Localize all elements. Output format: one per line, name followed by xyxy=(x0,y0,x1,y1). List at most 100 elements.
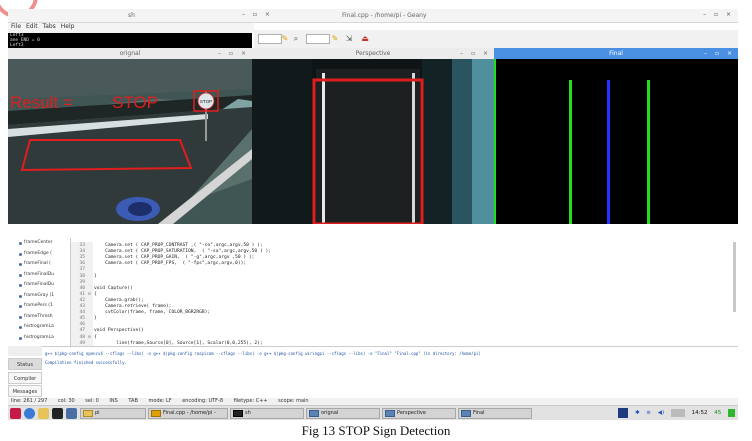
status-filetype: filetype: C++ xyxy=(233,398,268,404)
symbol-item[interactable]: framePers (1 xyxy=(8,301,70,312)
task-label: Final.cpp - /home/pi - xyxy=(163,410,216,416)
compiler-output[interactable]: g++ $(pkg-config opencv4 --cflags --libs… xyxy=(42,346,738,396)
screenshot-page: sh – ▫ × Final.cpp - /home/pi - Geany – … xyxy=(0,0,752,441)
battery-level[interactable]: 45 xyxy=(714,407,721,420)
wifi-icon[interactable]: ≋ xyxy=(646,407,651,420)
symbol-combo[interactable] xyxy=(258,34,282,44)
system-tray: ✱ ≋ ◀) 14:52 45 xyxy=(613,407,738,420)
menu-help[interactable]: Help xyxy=(61,23,75,30)
terminal-icon[interactable] xyxy=(52,408,63,419)
result-stop-value: STOP xyxy=(112,93,158,112)
task-pi[interactable]: pi xyxy=(80,408,146,419)
task-geany[interactable]: Final.cpp - /home/pi - xyxy=(148,408,228,419)
battery-icon[interactable] xyxy=(728,408,735,417)
clock[interactable]: 14:52 xyxy=(692,407,708,420)
task-final[interactable]: Final xyxy=(458,408,532,419)
task-sh[interactable]: sh xyxy=(230,408,304,419)
tab-status[interactable]: Status xyxy=(8,358,42,370)
status-bar: line: 261 / 297 col: 30 sel: 0 INS TAB m… xyxy=(8,398,738,405)
menu-edit[interactable]: Edit xyxy=(26,23,38,30)
status-col: col: 30 xyxy=(57,398,75,404)
geany-window-controls[interactable]: – ▫ × xyxy=(703,11,734,18)
window-icon xyxy=(461,410,471,417)
final-window-controls[interactable]: – ▫ × xyxy=(704,48,735,59)
raspberry-menu-icon[interactable] xyxy=(10,408,21,419)
browser-icon[interactable] xyxy=(24,408,35,419)
symbol-item[interactable]: frameEdge ( xyxy=(8,249,70,260)
status-scope: scope: main xyxy=(278,398,309,404)
terminal-icon xyxy=(233,410,243,417)
task-perspective[interactable]: Perspective xyxy=(382,408,456,419)
menu-tabs[interactable]: Tabs xyxy=(43,23,56,30)
taskbar: pi Final.cpp - /home/pi - sh orignal Per… xyxy=(8,405,738,420)
search-icon[interactable]: ⌕ xyxy=(291,34,301,44)
menu-file[interactable]: File xyxy=(11,23,21,30)
terminal-title: sh xyxy=(128,12,135,19)
edit-icon[interactable]: ✎ xyxy=(280,34,290,44)
folder-icon xyxy=(83,410,93,417)
geany-icon xyxy=(151,410,161,417)
geany-title: Final.cpp - /home/pi - Geany xyxy=(342,12,427,19)
compile-result: Compilation finished successfully. xyxy=(45,360,127,365)
final-window[interactable]: Final – ▫ × xyxy=(494,48,738,224)
perspective-window-controls[interactable]: – ▫ × xyxy=(460,48,491,59)
bluetooth-icon[interactable]: ✱ xyxy=(635,407,640,420)
original-window-title: orignal xyxy=(8,48,252,59)
original-window[interactable]: orignal – ▫ × STOP Result = STOP xyxy=(8,48,252,224)
symbol-item[interactable]: frameFinalDu xyxy=(8,280,70,291)
compile-command: g++ $(pkg-config opencv4 --cflags --libs… xyxy=(45,351,481,356)
task-orignal[interactable]: orignal xyxy=(306,408,380,419)
perspective-window[interactable]: Perspective – ▫ × xyxy=(252,48,494,224)
task-label: Final xyxy=(473,410,485,416)
window-titlebar: sh – ▫ × Final.cpp - /home/pi - Geany – … xyxy=(8,9,738,23)
geany-toolbar: ✎ ⌕ ✎ ⇲ ⏏ xyxy=(254,30,738,48)
cpu-monitor-icon[interactable] xyxy=(670,408,685,417)
task-label: Perspective xyxy=(397,410,426,416)
status-encoding: encoding: UTF-8 xyxy=(182,398,224,404)
final-frame xyxy=(494,59,738,224)
window-icon xyxy=(385,410,395,417)
code-editor[interactable]: 33 Camera.set ( CAP_PROP_CONTRAST ,( "-c… xyxy=(70,238,738,346)
symbol-item[interactable]: frameFinalDu xyxy=(8,270,70,281)
perspective-frame xyxy=(252,59,494,224)
symbol-item[interactable]: frameFinal ( xyxy=(8,259,70,270)
tab-compiler[interactable]: Compiler xyxy=(8,372,42,384)
terminal-window-controls[interactable]: – ▫ × xyxy=(242,11,273,18)
task-label: orignal xyxy=(321,410,339,416)
original-camera-frame: STOP Result = STOP xyxy=(8,59,252,224)
jump-icon[interactable]: ⇲ xyxy=(344,34,354,44)
vnc-icon[interactable] xyxy=(618,407,629,418)
road-scene-image: STOP Result = STOP xyxy=(8,59,252,224)
terminal-output[interactable]: Left3 ane END = 0 Left3 xyxy=(8,33,252,48)
sign-stop-text: STOP xyxy=(200,99,212,104)
goto-line-input[interactable] xyxy=(306,34,330,44)
figure-caption: Fig 13 STOP Sign Detection xyxy=(301,423,451,438)
status-sel: sel: 0 xyxy=(85,398,99,404)
task-label: pi xyxy=(95,410,100,416)
result-label: Result = xyxy=(10,93,73,112)
volume-icon[interactable]: ◀) xyxy=(658,407,664,420)
lane-detection-image xyxy=(494,59,738,224)
status-tab: TAB xyxy=(128,398,138,404)
perspective-image xyxy=(252,59,494,224)
symbol-item[interactable]: histrogramLa xyxy=(8,322,70,333)
symbol-item[interactable]: histrogramLa xyxy=(8,333,70,344)
terminal-menubar: File Edit Tabs Help xyxy=(8,23,254,33)
quit-icon[interactable]: ⏏ xyxy=(360,34,370,44)
status-mode: mode: LF xyxy=(148,398,172,404)
symbol-item[interactable]: frameCenter xyxy=(8,238,70,249)
message-panel-tabs: Status Compiler Messages xyxy=(8,352,42,397)
editor-scrollbar[interactable] xyxy=(733,242,736,312)
symbol-item[interactable]: frameGray (1 xyxy=(8,291,70,302)
window-icon xyxy=(309,410,319,417)
app-icon[interactable] xyxy=(66,408,77,419)
symbol-list[interactable]: frameCenter frameEdge ( frameFinal ( fra… xyxy=(8,238,70,346)
original-window-controls[interactable]: – ▫ × xyxy=(218,48,249,59)
perspective-window-title: Perspective xyxy=(252,48,494,59)
edit-icon[interactable]: ✎ xyxy=(330,34,340,44)
code-text: line(frame,Source[0], Source[1], Scalar(… xyxy=(94,340,263,346)
file-manager-icon[interactable] xyxy=(38,408,49,419)
task-label: sh xyxy=(245,410,251,416)
symbol-item[interactable]: frameThresh xyxy=(8,312,70,323)
tab-messages[interactable]: Messages xyxy=(8,385,42,397)
